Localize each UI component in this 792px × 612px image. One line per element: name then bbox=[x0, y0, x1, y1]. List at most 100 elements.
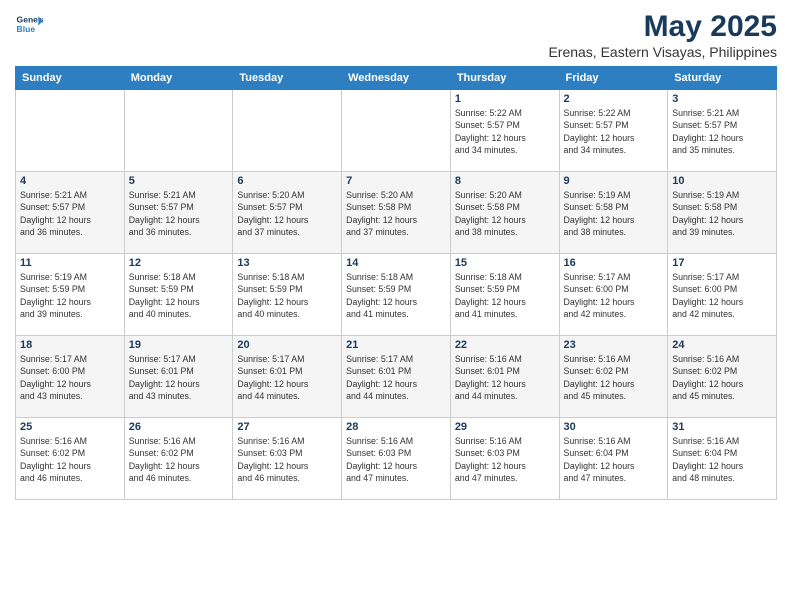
title-block: May 2025 Erenas, Eastern Visayas, Philip… bbox=[548, 10, 777, 60]
day-number: 3 bbox=[672, 93, 772, 105]
day-number: 6 bbox=[237, 175, 337, 187]
calendar-cell bbox=[124, 90, 233, 172]
header-row: Sunday Monday Tuesday Wednesday Thursday… bbox=[16, 67, 777, 90]
day-number: 15 bbox=[455, 257, 555, 269]
day-info: Sunrise: 5:17 AM Sunset: 6:01 PM Dayligh… bbox=[237, 353, 337, 402]
svg-text:Blue: Blue bbox=[17, 24, 36, 34]
day-info: Sunrise: 5:21 AM Sunset: 5:57 PM Dayligh… bbox=[129, 189, 229, 238]
calendar-cell: 16 Sunrise: 5:17 AM Sunset: 6:00 PM Dayli… bbox=[559, 254, 668, 336]
header: General Blue May 2025 Erenas, Eastern Vi… bbox=[15, 10, 777, 60]
day-info: Sunrise: 5:16 AM Sunset: 6:02 PM Dayligh… bbox=[129, 435, 229, 484]
calendar-cell: 8Sunrise: 5:20 AM Sunset: 5:58 PM Daylig… bbox=[450, 172, 559, 254]
logo-icon: General Blue bbox=[15, 10, 43, 38]
day-number: 27 bbox=[237, 421, 337, 433]
day-number: 4 bbox=[20, 175, 120, 187]
day-info: Sunrise: 5:16 AM Sunset: 6:04 PM Dayligh… bbox=[672, 435, 772, 484]
calendar-cell: 9Sunrise: 5:19 AM Sunset: 5:58 PM Daylig… bbox=[559, 172, 668, 254]
day-info: Sunrise: 5:21 AM Sunset: 5:57 PM Dayligh… bbox=[672, 107, 772, 156]
calendar-cell: 20 Sunrise: 5:17 AM Sunset: 6:01 PM Dayli… bbox=[233, 336, 342, 418]
day-number: 19 bbox=[129, 339, 229, 351]
calendar-cell bbox=[342, 90, 451, 172]
day-info: Sunrise: 5:19 AM Sunset: 5:59 PM Dayligh… bbox=[20, 271, 120, 320]
day-info: Sunrise: 5:16 AM Sunset: 6:01 PM Dayligh… bbox=[455, 353, 555, 402]
calendar-cell: 3 Sunrise: 5:21 AM Sunset: 5:57 PM Daylig… bbox=[668, 90, 777, 172]
day-number: 17 bbox=[672, 257, 772, 269]
day-number: 1 bbox=[455, 93, 555, 105]
calendar-cell: 29 Sunrise: 5:16 AM Sunset: 6:03 PM Dayli… bbox=[450, 418, 559, 500]
calendar-cell: 22Sunrise: 5:16 AM Sunset: 6:01 PM Dayli… bbox=[450, 336, 559, 418]
calendar-cell: 28 Sunrise: 5:16 AM Sunset: 6:03 PM Dayli… bbox=[342, 418, 451, 500]
calendar-cell: 30Sunrise: 5:16 AM Sunset: 6:04 PM Dayli… bbox=[559, 418, 668, 500]
calendar-week-4: 18 Sunrise: 5:17 AM Sunset: 6:00 PM Dayli… bbox=[16, 336, 777, 418]
calendar-cell: 11 Sunrise: 5:19 AM Sunset: 5:59 PM Dayli… bbox=[16, 254, 125, 336]
col-friday: Friday bbox=[559, 67, 668, 90]
day-number: 13 bbox=[237, 257, 337, 269]
day-number: 28 bbox=[346, 421, 446, 433]
calendar-week-1: 1 Sunrise: 5:22 AM Sunset: 5:57 PM Daylig… bbox=[16, 90, 777, 172]
day-info: Sunrise: 5:16 AM Sunset: 6:04 PM Dayligh… bbox=[564, 435, 664, 484]
calendar-cell: 4 Sunrise: 5:21 AM Sunset: 5:57 PM Daylig… bbox=[16, 172, 125, 254]
day-number: 23 bbox=[564, 339, 664, 351]
day-info: Sunrise: 5:17 AM Sunset: 6:00 PM Dayligh… bbox=[672, 271, 772, 320]
day-info: Sunrise: 5:16 AM Sunset: 6:03 PM Dayligh… bbox=[455, 435, 555, 484]
page-subtitle: Erenas, Eastern Visayas, Philippines bbox=[548, 44, 777, 60]
day-number: 18 bbox=[20, 339, 120, 351]
day-info: Sunrise: 5:17 AM Sunset: 6:00 PM Dayligh… bbox=[564, 271, 664, 320]
day-info: Sunrise: 5:20 AM Sunset: 5:58 PM Dayligh… bbox=[455, 189, 555, 238]
calendar-cell: 21Sunrise: 5:17 AM Sunset: 6:01 PM Dayli… bbox=[342, 336, 451, 418]
day-info: Sunrise: 5:18 AM Sunset: 5:59 PM Dayligh… bbox=[129, 271, 229, 320]
calendar-cell: 24Sunrise: 5:16 AM Sunset: 6:02 PM Dayli… bbox=[668, 336, 777, 418]
calendar-week-2: 4 Sunrise: 5:21 AM Sunset: 5:57 PM Daylig… bbox=[16, 172, 777, 254]
day-info: Sunrise: 5:16 AM Sunset: 6:02 PM Dayligh… bbox=[20, 435, 120, 484]
calendar-cell: 2Sunrise: 5:22 AM Sunset: 5:57 PM Daylig… bbox=[559, 90, 668, 172]
day-info: Sunrise: 5:19 AM Sunset: 5:58 PM Dayligh… bbox=[672, 189, 772, 238]
day-number: 10 bbox=[672, 175, 772, 187]
day-info: Sunrise: 5:17 AM Sunset: 6:00 PM Dayligh… bbox=[20, 353, 120, 402]
calendar-cell: 10 Sunrise: 5:19 AM Sunset: 5:58 PM Dayli… bbox=[668, 172, 777, 254]
day-info: Sunrise: 5:18 AM Sunset: 5:59 PM Dayligh… bbox=[346, 271, 446, 320]
day-info: Sunrise: 5:18 AM Sunset: 5:59 PM Dayligh… bbox=[455, 271, 555, 320]
calendar-table: Sunday Monday Tuesday Wednesday Thursday… bbox=[15, 66, 777, 500]
day-number: 14 bbox=[346, 257, 446, 269]
col-monday: Monday bbox=[124, 67, 233, 90]
day-info: Sunrise: 5:21 AM Sunset: 5:57 PM Dayligh… bbox=[20, 189, 120, 238]
calendar-cell: 7 Sunrise: 5:20 AM Sunset: 5:58 PM Daylig… bbox=[342, 172, 451, 254]
page-container: General Blue May 2025 Erenas, Eastern Vi… bbox=[0, 0, 792, 612]
calendar-cell: 19Sunrise: 5:17 AM Sunset: 6:01 PM Dayli… bbox=[124, 336, 233, 418]
col-tuesday: Tuesday bbox=[233, 67, 342, 90]
calendar-cell: 26 Sunrise: 5:16 AM Sunset: 6:02 PM Dayli… bbox=[124, 418, 233, 500]
day-number: 24 bbox=[672, 339, 772, 351]
day-number: 29 bbox=[455, 421, 555, 433]
calendar-cell: 27 Sunrise: 5:16 AM Sunset: 6:03 PM Dayli… bbox=[233, 418, 342, 500]
day-info: Sunrise: 5:20 AM Sunset: 5:57 PM Dayligh… bbox=[237, 189, 337, 238]
day-number: 26 bbox=[129, 421, 229, 433]
day-number: 16 bbox=[564, 257, 664, 269]
page-title: May 2025 bbox=[548, 10, 777, 44]
day-number: 5 bbox=[129, 175, 229, 187]
col-saturday: Saturday bbox=[668, 67, 777, 90]
calendar-cell: 23Sunrise: 5:16 AM Sunset: 6:02 PM Dayli… bbox=[559, 336, 668, 418]
day-number: 31 bbox=[672, 421, 772, 433]
calendar-cell: 6 Sunrise: 5:20 AM Sunset: 5:57 PM Daylig… bbox=[233, 172, 342, 254]
day-info: Sunrise: 5:16 AM Sunset: 6:03 PM Dayligh… bbox=[237, 435, 337, 484]
day-number: 21 bbox=[346, 339, 446, 351]
calendar-week-3: 11 Sunrise: 5:19 AM Sunset: 5:59 PM Dayli… bbox=[16, 254, 777, 336]
calendar-body: 1 Sunrise: 5:22 AM Sunset: 5:57 PM Daylig… bbox=[16, 90, 777, 500]
calendar-header: Sunday Monday Tuesday Wednesday Thursday… bbox=[16, 67, 777, 90]
day-number: 7 bbox=[346, 175, 446, 187]
logo: General Blue bbox=[15, 10, 43, 38]
day-info: Sunrise: 5:22 AM Sunset: 5:57 PM Dayligh… bbox=[455, 107, 555, 156]
day-number: 2 bbox=[564, 93, 664, 105]
day-number: 9 bbox=[564, 175, 664, 187]
day-number: 20 bbox=[237, 339, 337, 351]
day-number: 25 bbox=[20, 421, 120, 433]
day-info: Sunrise: 5:18 AM Sunset: 5:59 PM Dayligh… bbox=[237, 271, 337, 320]
day-number: 11 bbox=[20, 257, 120, 269]
calendar-cell bbox=[16, 90, 125, 172]
day-info: Sunrise: 5:20 AM Sunset: 5:58 PM Dayligh… bbox=[346, 189, 446, 238]
calendar-cell: 18 Sunrise: 5:17 AM Sunset: 6:00 PM Dayli… bbox=[16, 336, 125, 418]
calendar-cell: 14 Sunrise: 5:18 AM Sunset: 5:59 PM Dayli… bbox=[342, 254, 451, 336]
day-info: Sunrise: 5:16 AM Sunset: 6:03 PM Dayligh… bbox=[346, 435, 446, 484]
calendar-cell: 1 Sunrise: 5:22 AM Sunset: 5:57 PM Daylig… bbox=[450, 90, 559, 172]
col-wednesday: Wednesday bbox=[342, 67, 451, 90]
